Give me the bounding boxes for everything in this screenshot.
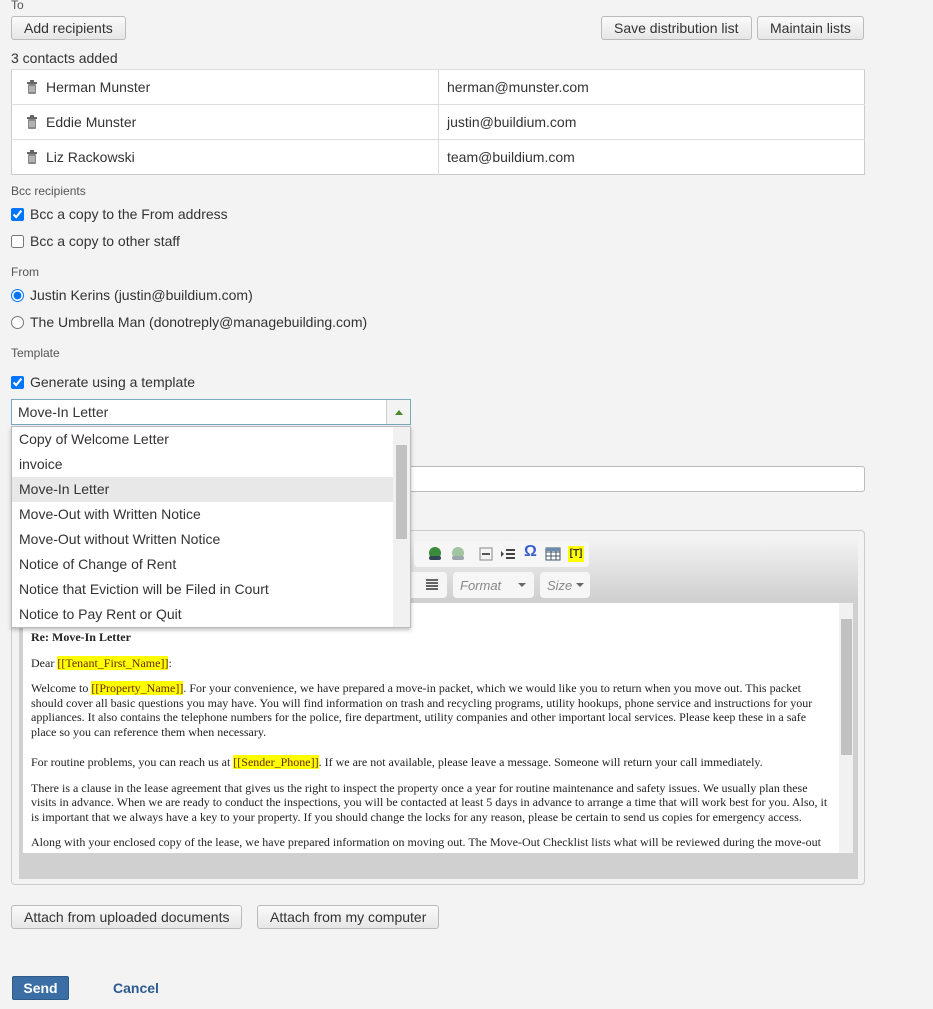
size-select[interactable]: Size (540, 572, 590, 598)
template-option[interactable]: Move-Out without Written Notice (12, 527, 394, 552)
from-label: From (11, 265, 39, 279)
trash-icon[interactable] (26, 115, 38, 129)
add-recipients-button[interactable]: Add recipients (11, 16, 126, 40)
omega-special-char-icon[interactable]: Ω (524, 543, 540, 560)
template-option[interactable]: Notice of Change of Rent (12, 552, 394, 577)
chevron-up-icon[interactable] (386, 400, 410, 424)
align-justify-icon[interactable] (424, 577, 440, 593)
letter-paragraph: Welcome to [[Property_Name]]. For your c… (31, 681, 813, 739)
checkbox-control[interactable] (11, 235, 24, 248)
radio-control[interactable] (11, 289, 24, 302)
bcc-from-checkbox[interactable]: Bcc a copy to the From address (11, 206, 228, 222)
unlink-icon[interactable] (450, 546, 466, 562)
to-label: To (11, 0, 24, 12)
subject-input[interactable] (400, 466, 865, 492)
table-icon[interactable] (545, 546, 561, 562)
send-button[interactable]: Send (12, 976, 69, 1000)
merge-field-icon[interactable]: [T] (568, 546, 584, 562)
editor-scrollbar[interactable] (839, 603, 853, 853)
horizontal-line-icon[interactable] (478, 546, 494, 562)
indent-icon[interactable] (500, 546, 516, 562)
template-option[interactable]: Move-Out with Written Notice (12, 502, 394, 527)
letter-paragraph: There is a clause in the lease agreement… (31, 780, 828, 824)
contact-email: herman@munster.com (447, 79, 589, 95)
toolbar-group-insert: Ω [T] (414, 541, 589, 567)
attach-uploaded-button[interactable]: Attach from uploaded documents (11, 905, 243, 929)
radio-control[interactable] (11, 316, 24, 329)
letter-paragraph: Along with your enclosed copy of the lea… (31, 835, 821, 849)
template-option[interactable]: Move-In Letter (12, 477, 394, 502)
from-option-0[interactable]: Justin Kerins (justin@buildium.com) (11, 287, 253, 303)
merge-field: [[Property_Name]] (91, 681, 184, 695)
letter-heading: Re: Move-In Letter (31, 630, 131, 644)
template-option[interactable]: Copy of Welcome Letter (12, 427, 394, 452)
generate-template-label: Generate using a template (30, 374, 195, 390)
contacts-count: 3 contacts added (11, 50, 118, 66)
bcc-staff-checkbox[interactable]: Bcc a copy to other staff (11, 233, 180, 249)
trash-icon[interactable] (26, 150, 38, 164)
chevron-down-icon (518, 583, 526, 591)
template-option[interactable]: invoice (12, 452, 394, 477)
dropdown-scrollbar[interactable] (393, 427, 410, 627)
from-option-label: The Umbrella Man (donotreply@managebuild… (30, 314, 368, 330)
format-select[interactable]: Format (453, 572, 534, 598)
bcc-staff-label: Bcc a copy to other staff (30, 233, 180, 249)
template-selected-value: Move-In Letter (18, 404, 109, 420)
checkbox-control[interactable] (11, 208, 24, 221)
save-distribution-list-button[interactable]: Save distribution list (601, 16, 752, 40)
template-select[interactable]: Move-In Letter (11, 399, 411, 425)
letter-greeting: Dear [[Tenant_First_Name]]: (31, 655, 172, 670)
contact-row: Eddie Munster justin@buildium.com (11, 104, 865, 140)
contact-row: Liz Rackowski team@buildium.com (11, 139, 865, 175)
generate-template-checkbox[interactable]: Generate using a template (11, 374, 195, 390)
template-option[interactable]: Notice that Eviction will be Filed in Co… (12, 577, 394, 602)
attach-computer-button[interactable]: Attach from my computer (257, 905, 440, 929)
template-option[interactable]: Notice to Pay Rent or Quit (12, 602, 394, 627)
contact-email: justin@buildium.com (447, 114, 577, 130)
contact-email: team@buildium.com (447, 149, 575, 165)
contact-name: Liz Rackowski (46, 149, 135, 165)
bcc-from-label: Bcc a copy to the From address (30, 206, 228, 222)
merge-field: [[Sender_Phone]] (233, 755, 319, 769)
maintain-lists-button[interactable]: Maintain lists (757, 16, 864, 40)
size-placeholder: Size (547, 578, 573, 593)
from-option-1[interactable]: The Umbrella Man (donotreply@managebuild… (11, 314, 367, 330)
contact-row: Herman Munster herman@munster.com (11, 69, 865, 105)
cancel-link[interactable]: Cancel (113, 980, 159, 996)
trash-icon[interactable] (26, 80, 38, 94)
letter-paragraph: For routine problems, you can reach us a… (31, 755, 763, 769)
format-placeholder: Format (460, 578, 502, 593)
template-dropdown-list: Copy of Welcome Letter invoice Move-In Let… (11, 426, 411, 628)
contact-name: Herman Munster (46, 79, 151, 95)
link-icon[interactable] (427, 546, 443, 562)
contacts-table: Herman Munster herman@munster.com Eddie Mu… (11, 69, 865, 175)
bcc-label: Bcc recipients (11, 184, 86, 198)
checkbox-control[interactable] (11, 376, 24, 389)
merge-field: [[Tenant_First_Name]] (57, 655, 169, 670)
contact-name: Eddie Munster (46, 114, 137, 130)
chevron-down-icon (576, 583, 584, 591)
from-option-label: Justin Kerins (justin@buildium.com) (30, 287, 253, 303)
editor-content[interactable]: Re: Move-In Letter Dear [[Tenant_First_N… (23, 603, 853, 853)
template-label: Template (11, 346, 60, 360)
